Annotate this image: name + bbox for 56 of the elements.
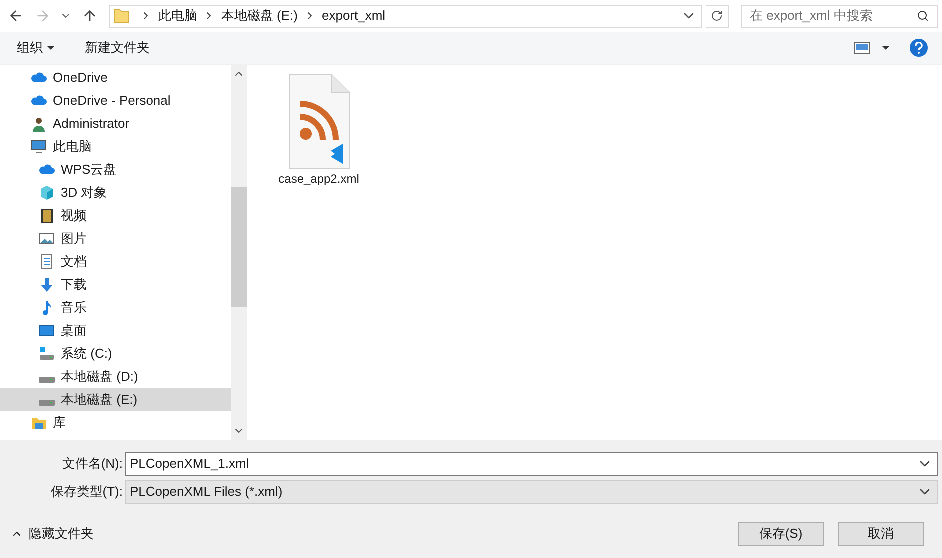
sidebar-item[interactable]: 桌面 [0,319,231,342]
sidebar-item[interactable]: 本地磁盘 (D:) [0,365,231,388]
forward-arrow-icon [34,8,51,24]
sidebar-item[interactable]: Administrator [0,112,231,135]
file-item[interactable]: case_app2.xml [276,74,362,188]
sidebar-item[interactable]: 3D 对象 [0,181,231,204]
sidebar-item[interactable]: 文档 [0,250,231,273]
back-arrow-icon [8,8,24,24]
file-type-dropdown[interactable]: PLCopenXML Files (*.xml) [125,480,938,504]
hide-folders-toggle[interactable]: 隐藏文件夹 [11,524,94,544]
desktop-icon [39,322,55,338]
caret-down-icon [882,44,890,52]
view-options-button[interactable] [854,42,890,54]
monitor-icon [31,138,47,154]
drive-icon [39,400,55,406]
scrollbar[interactable] [231,65,247,440]
image-icon [39,230,55,246]
caret-down-icon [47,44,55,52]
question-mark-icon [915,42,923,54]
cancel-button[interactable]: 取消 [838,522,924,546]
new-folder-button[interactable]: 新建文件夹 [85,38,150,58]
help-button[interactable] [910,39,928,57]
field-label: 文件名(N): [61,455,123,474]
sidebar-item[interactable]: 系统 (C:) [0,342,231,365]
refresh-button[interactable] [706,4,729,28]
sidebar-item[interactable]: OneDrive - Personal [0,89,231,112]
user-icon [31,116,47,132]
file-name: case_app2.xml [278,171,360,188]
search-field[interactable]: 在 export_xml 中搜索 [740,4,938,28]
sidebar-item[interactable]: 此电脑 [0,135,231,158]
view-icon [854,42,870,54]
breadcrumb-item[interactable]: 本地磁盘 (E:) [221,6,298,26]
field-label: 保存类型(T): [50,483,123,502]
sidebar-item[interactable]: 下载 [0,273,231,296]
address-bar[interactable]: 此电脑 本地磁盘 (E:) export_xml [109,4,702,28]
filename-field[interactable]: PLCopenXML_1.xml [125,452,938,476]
sidebar-item[interactable]: OneDrive [0,66,231,89]
folder-icon [114,8,130,24]
sidebar-item[interactable]: 视频 [0,204,231,227]
sidebar-item[interactable]: 音乐 [0,296,231,319]
sidebar-item[interactable]: 本地磁盘 (E:) [0,388,231,411]
drive-icon [39,346,55,362]
sidebar-item[interactable]: WPS云盘 [0,158,231,181]
breadcrumb-item[interactable]: export_xml [322,6,386,26]
drive-icon [39,376,55,382]
save-button[interactable]: 保存(S) [738,522,824,546]
sidebar-item[interactable]: 库 [0,411,231,434]
document-icon [39,254,55,270]
search-icon [916,10,929,22]
film-icon [39,208,55,224]
organize-menu[interactable]: 组织 [17,38,55,58]
cube-icon [39,184,55,200]
download-arrow-icon [39,276,55,292]
breadcrumb-item[interactable]: 此电脑 [158,6,198,26]
refresh-icon [710,10,723,22]
sidebar-item[interactable]: 图片 [0,227,231,250]
